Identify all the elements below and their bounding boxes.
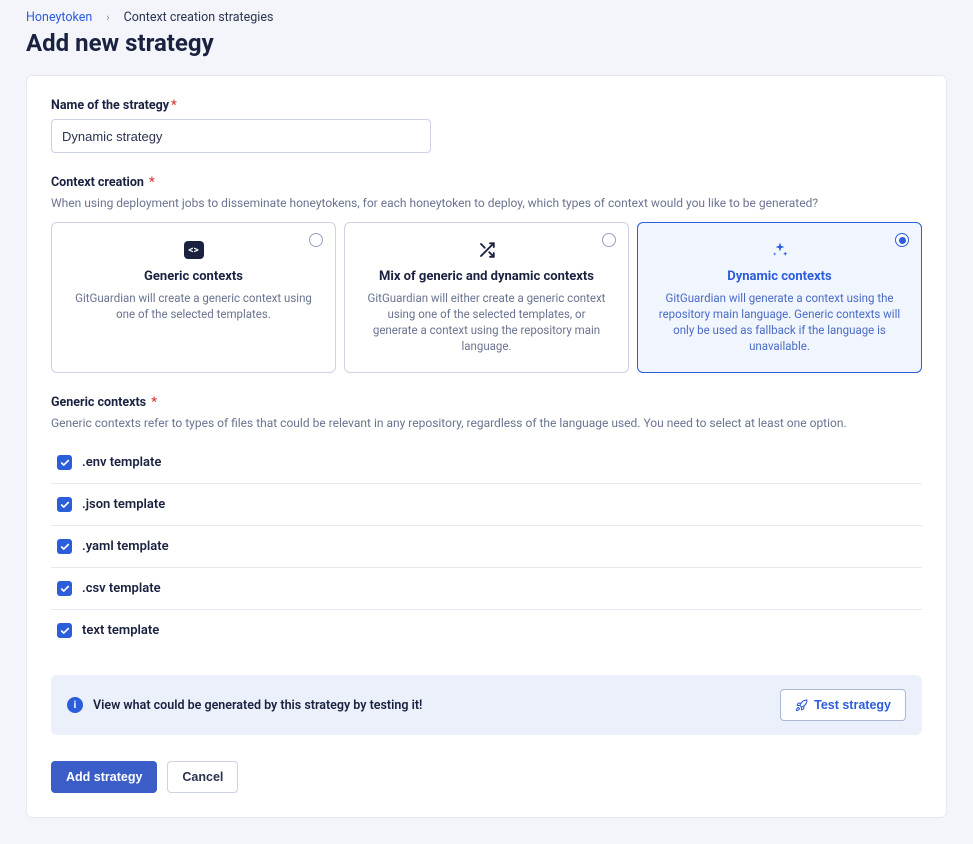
radio-icon [895,233,909,247]
form-card: Name of the strategy* Context creation *… [26,75,947,818]
option-desc: GitGuardian will either create a generic… [361,290,612,354]
checkbox-checked-icon [57,581,72,596]
checkbox-label: text template [82,623,159,638]
option-mix[interactable]: Mix of generic and dynamic contexts GitG… [344,222,629,373]
checkbox-label: .json template [82,497,165,512]
context-options-row: <> Generic contexts GitGuardian will cre… [51,222,922,373]
checkbox-checked-icon [57,539,72,554]
radio-icon [309,233,323,247]
test-strategy-button[interactable]: Test strategy [780,689,906,721]
breadcrumb-root-link[interactable]: Honeytoken [26,10,92,25]
checkbox-label: .csv template [82,581,161,596]
option-generic[interactable]: <> Generic contexts GitGuardian will cre… [51,222,336,373]
checkbox-label: .env template [82,455,161,470]
page-title: Add new strategy [26,29,947,57]
option-title: Dynamic contexts [654,269,905,284]
name-label-text: Name of the strategy [51,98,169,113]
checkbox-label: .yaml template [82,539,169,554]
breadcrumb: Honeytoken › Context creation strategies [26,10,947,25]
breadcrumb-current: Context creation strategies [124,10,274,25]
add-strategy-button[interactable]: Add strategy [51,761,157,793]
list-item[interactable]: .json template [51,484,922,526]
code-icon: <> [184,241,204,259]
context-creation-label: Context creation * [51,175,922,190]
context-creation-label-text: Context creation [51,175,144,190]
rocket-icon [795,699,808,712]
option-desc: GitGuardian will create a generic contex… [68,290,319,322]
radio-icon [602,233,616,247]
sparkle-icon [771,241,789,259]
test-strategy-button-label: Test strategy [814,698,891,712]
generic-contexts-label-text: Generic contexts [51,395,146,410]
required-indicator: * [171,98,177,113]
checkbox-checked-icon [57,623,72,638]
required-indicator: * [151,395,157,410]
option-title: Generic contexts [68,269,319,284]
template-checkbox-list: .env template .json template .yaml templ… [51,442,922,651]
generic-contexts-label: Generic contexts * [51,395,922,410]
test-callout: i View what could be generated by this s… [51,675,922,735]
list-item[interactable]: .yaml template [51,526,922,568]
chevron-right-icon: › [106,11,109,24]
list-item[interactable]: .env template [51,442,922,484]
cancel-button[interactable]: Cancel [167,761,238,793]
strategy-name-input[interactable] [51,119,431,153]
name-label: Name of the strategy* [51,98,922,113]
checkbox-checked-icon [57,497,72,512]
checkbox-checked-icon [57,455,72,470]
shuffle-icon [478,241,496,259]
required-indicator: * [149,175,155,190]
list-item[interactable]: .csv template [51,568,922,610]
info-icon: i [67,697,83,713]
list-item[interactable]: text template [51,610,922,651]
footer-actions: Add strategy Cancel [51,761,922,793]
generic-contexts-help: Generic contexts refer to types of files… [51,416,922,430]
option-title: Mix of generic and dynamic contexts [361,269,612,284]
callout-text: View what could be generated by this str… [93,698,422,713]
context-creation-help: When using deployment jobs to disseminat… [51,196,922,210]
option-desc: GitGuardian will generate a context usin… [654,290,905,354]
option-dynamic[interactable]: Dynamic contexts GitGuardian will genera… [637,222,922,373]
